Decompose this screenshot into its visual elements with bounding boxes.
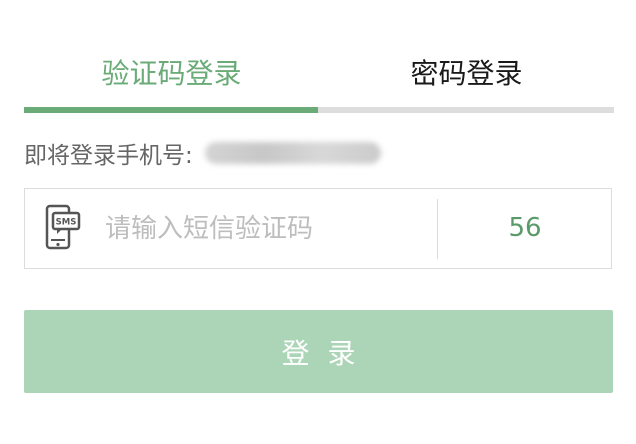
phone-number-label: 即将登录手机号: [24,143,193,169]
login-tabs: 验证码登录 密码登录 [24,40,614,116]
active-tab-indicator [24,107,318,113]
tab-password-login[interactable]: 密码登录 [319,40,614,108]
tab-sms-login[interactable]: 验证码登录 [24,40,319,108]
phone-number-row: 即将登录手机号: [24,136,381,170]
masked-phone-number [204,142,381,164]
verification-code-input[interactable] [105,207,425,251]
login-button[interactable]: 登录 [24,310,613,393]
svg-text:SMS: SMS [56,218,77,228]
sms-phone-icon: SMS [41,203,87,253]
resend-countdown[interactable]: 56 [438,189,612,268]
verification-code-box: SMS 56 [24,188,612,269]
